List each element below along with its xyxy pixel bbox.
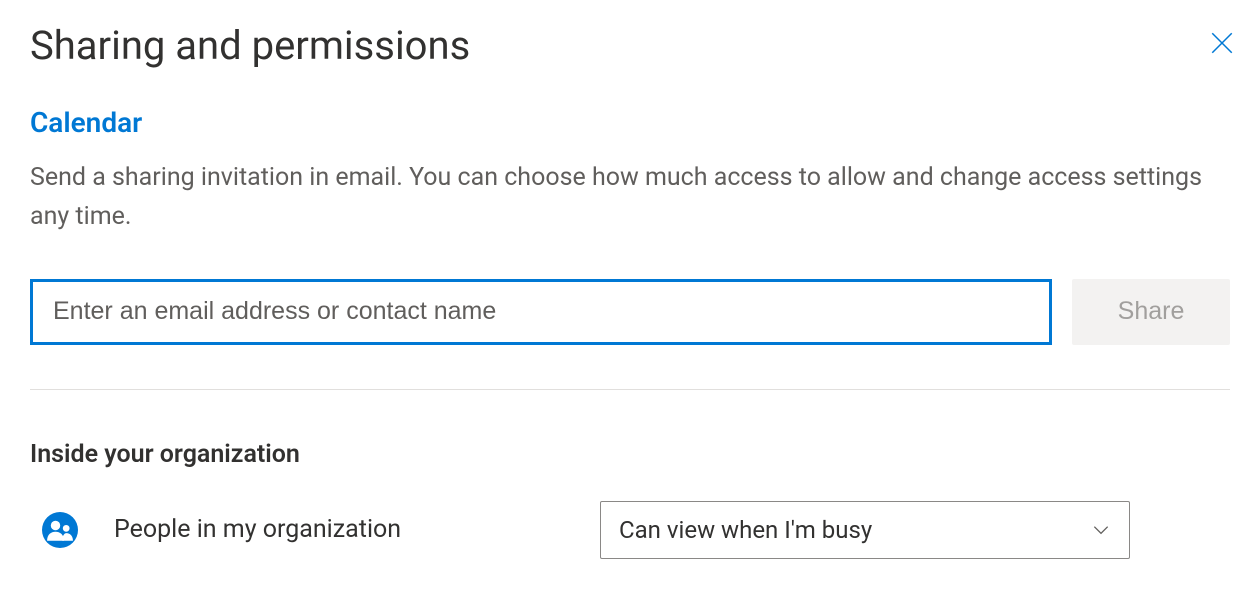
permission-select[interactable]: Can view when I'm busy	[600, 501, 1130, 559]
org-permission-row: People in my organization Can view when …	[30, 501, 1230, 559]
email-input[interactable]	[30, 279, 1052, 345]
close-button[interactable]	[1206, 28, 1238, 60]
chevron-down-icon	[1091, 520, 1111, 540]
divider	[30, 389, 1230, 390]
calendar-description: Send a sharing invitation in email. You …	[30, 159, 1230, 237]
sharing-permissions-panel: Sharing and permissions Calendar Send a …	[0, 0, 1260, 604]
page-title: Sharing and permissions	[30, 22, 1230, 70]
people-icon	[42, 512, 78, 548]
permission-select-value: Can view when I'm busy	[619, 516, 1091, 544]
calendar-subtitle: Calendar	[30, 106, 1230, 139]
org-row-label: People in my organization	[114, 515, 600, 544]
close-icon	[1209, 30, 1235, 59]
org-section-heading: Inside your organization	[30, 440, 1230, 469]
invite-row: Share	[30, 279, 1230, 345]
share-button[interactable]: Share	[1072, 279, 1230, 345]
